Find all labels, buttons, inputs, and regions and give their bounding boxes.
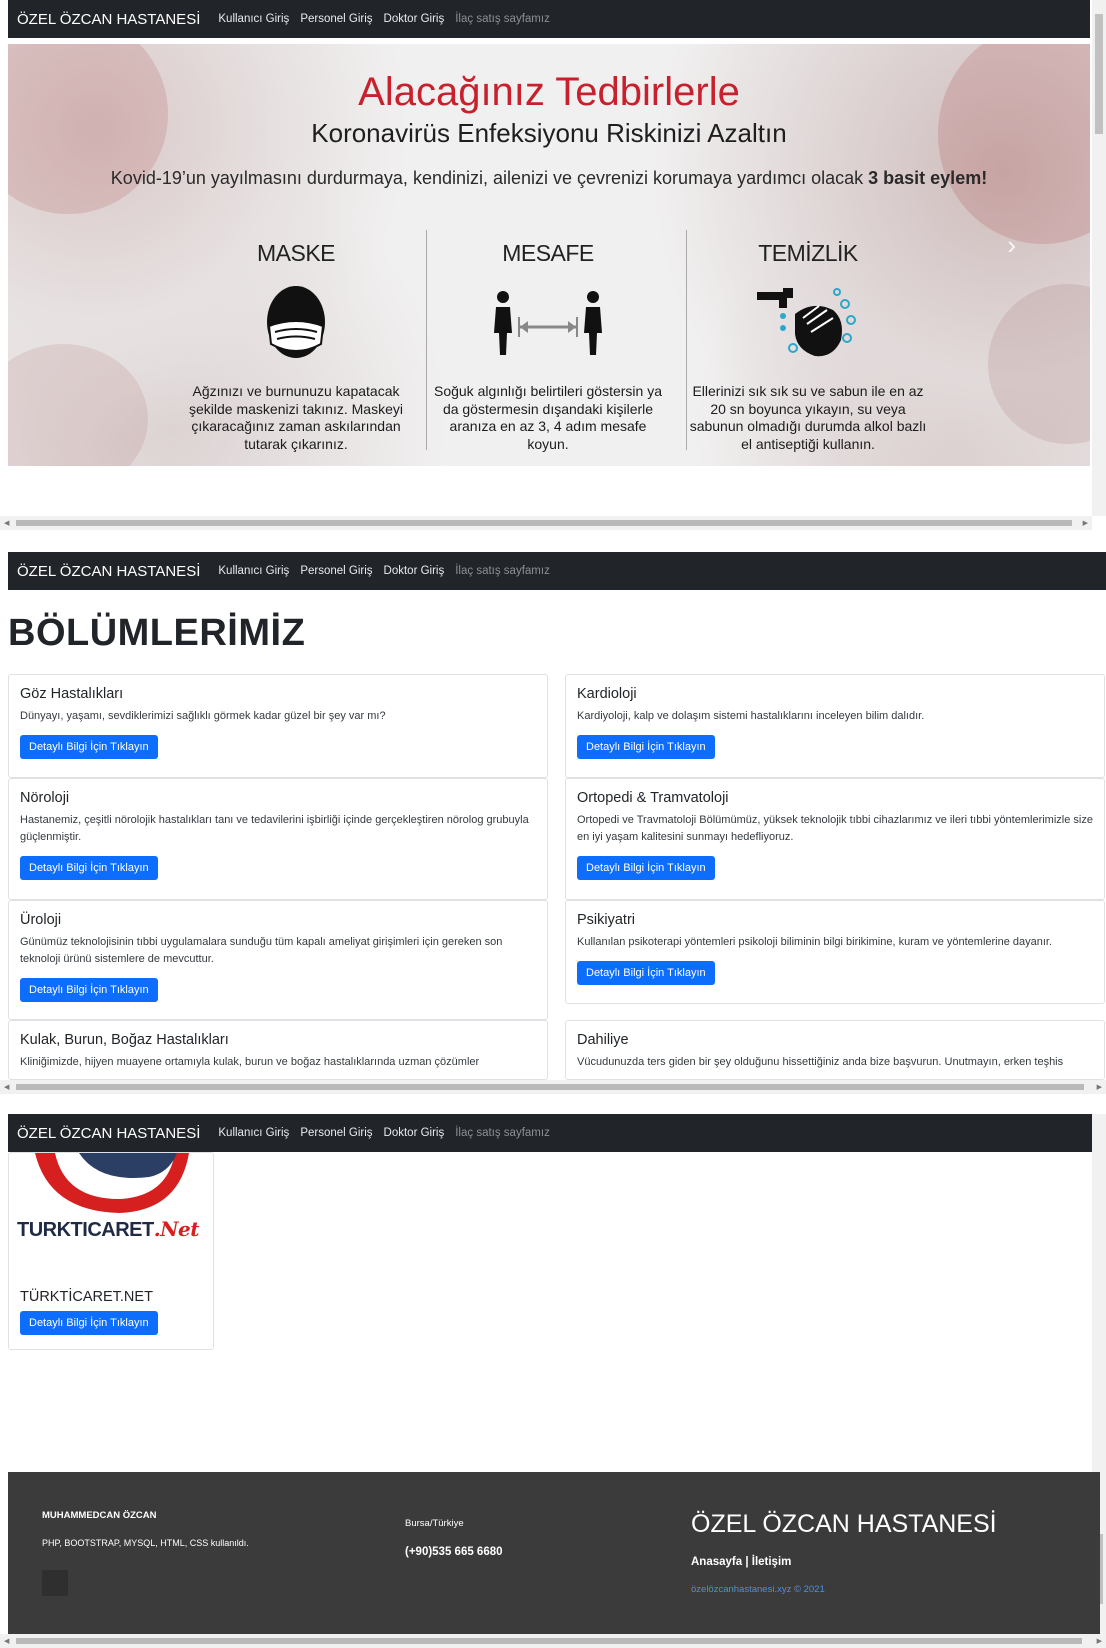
department-text: Hastanemiz, çeşitli nörolojik hastalıkla… [20, 814, 529, 843]
measure-distance-text: Soğuk algınlığı belirtileri göstersin ya… [433, 383, 662, 452]
footer-links[interactable]: Anasayfa | İletişim [691, 1556, 791, 1568]
navbar-brand[interactable]: ÖZEL ÖZCAN HASTANESİ [17, 11, 200, 28]
navbar-brand[interactable]: ÖZEL ÖZCAN HASTANESİ [17, 1125, 200, 1142]
navbar: ÖZEL ÖZCAN HASTANESİ Kullanıcı Giriş Per… [8, 0, 1090, 38]
nav-link-user-login[interactable]: Kullanıcı Giriş [218, 1127, 289, 1139]
footer-city: Bursa/Türkiye [405, 1518, 464, 1529]
department-text: Ortopedi ve Travmatoloji Bölümümüz, yüks… [577, 814, 1093, 843]
detail-button[interactable]: Detaylı Bilgi İçin Tıklayın [20, 735, 158, 759]
footer: MUHAMMEDCAN ÖZCAN PHP, BOOTSTRAP, MYSQL,… [8, 1472, 1100, 1638]
nav-link-doctor-login[interactable]: Doktor Giriş [384, 565, 445, 577]
horizontal-scrollbar[interactable]: ◀ ▶ [0, 1634, 1106, 1648]
department-card: Nöroloji Hastanemiz, çeşitli nörolojik h… [8, 778, 548, 900]
covid-banner: Alacağınız Tedbirlerle Koronavirüs Enfek… [8, 44, 1090, 466]
department-title: Üroloji [20, 912, 62, 928]
nav-link-staff-login[interactable]: Personel Giriş [300, 565, 372, 577]
department-text: Dünyayı, yaşamı, sevdiklerimizi sağlıklı… [20, 710, 386, 722]
nav-link-pharmacy[interactable]: İlaç satış sayfamız [455, 13, 550, 25]
department-card: Ortopedi & Tramvatoloji Ortopedi ve Trav… [565, 778, 1105, 900]
nav-link-pharmacy[interactable]: İlaç satış sayfamız [455, 565, 550, 577]
measure-distance: MESAFE Soğuk algınlığı belirtileri göste… [428, 240, 668, 453]
banner-subtitle: Koronavirüs Enfeksiyonu Riskinizi Azaltı… [311, 118, 787, 148]
horizontal-scrollbar[interactable]: ◀ ▶ [0, 516, 1092, 530]
department-text: Vücudunuzda ters giden bir şey olduğunu … [577, 1056, 1064, 1068]
department-card: Kulak, Burun, Boğaz Hastalıkları Kliniği… [8, 1020, 548, 1080]
detail-button[interactable]: Detaylı Bilgi İçin Tıklayın [20, 978, 158, 1002]
nav-link-staff-login[interactable]: Personel Giriş [300, 1127, 372, 1139]
department-title: Kulak, Burun, Boğaz Hastalıkları [20, 1032, 229, 1048]
department-title: Nöroloji [20, 790, 70, 806]
partner-detail-button[interactable]: Detaylı Bilgi İçin Tıklayın [20, 1311, 158, 1335]
department-title: Psikiyatri [577, 912, 636, 928]
nav-link-user-login[interactable]: Kullanıcı Giriş [218, 13, 289, 25]
nav-link-pharmacy[interactable]: İlaç satış sayfamız [455, 1127, 550, 1139]
navbar: ÖZEL ÖZCAN HASTANESİ Kullanıcı Giriş Per… [8, 552, 1106, 590]
navbar-brand[interactable]: ÖZEL ÖZCAN HASTANESİ [17, 563, 200, 580]
vertical-scrollbar[interactable] [1092, 0, 1106, 516]
hand-washing-icon [688, 279, 928, 369]
footer-author: MUHAMMEDCAN ÖZCAN [42, 1510, 157, 1521]
detail-button[interactable]: Detaylı Bilgi İçin Tıklayın [20, 856, 158, 880]
department-title: Dahiliye [577, 1032, 629, 1048]
divider [426, 230, 427, 450]
detail-button[interactable]: Detaylı Bilgi İçin Tıklayın [577, 856, 715, 880]
detail-button[interactable]: Detaylı Bilgi İçin Tıklayın [577, 961, 715, 985]
department-text: Kliniğimizde, hijyen muayene ortamıyla k… [20, 1056, 480, 1068]
carousel-next-icon[interactable]: › [1007, 230, 1016, 261]
nav-link-doctor-login[interactable]: Doktor Giriş [384, 1127, 445, 1139]
footer-phone: (+90)535 665 6680 [405, 1546, 503, 1558]
footer-tech: PHP, BOOTSTRAP, MYSQL, HTML, CSS kullanı… [42, 1538, 249, 1548]
detail-button[interactable]: Detaylı Bilgi İçin Tıklayın [577, 735, 715, 759]
partner-logo-suffix: .Net [153, 1217, 200, 1241]
nav-link-staff-login[interactable]: Personel Giriş [300, 13, 372, 25]
face-mask-icon [176, 279, 416, 369]
department-title: Ortopedi & Tramvatoloji [577, 790, 729, 806]
measure-mask-text: Ağzınızı ve burnunuzu kapatacak şekilde … [189, 383, 403, 452]
footer-copyright[interactable]: özelözcanhastanesi.xyz © 2021 [691, 1584, 825, 1595]
measure-mask-title: MASKE [256, 240, 336, 266]
measure-hygiene: TEMİZLİK Ellerinizi sık sık su ve sabun … [688, 240, 928, 453]
partner-logo-text: TURKTICARET [17, 1219, 154, 1241]
department-card: Göz Hastalıkları Dünyayı, yaşamı, sevdik… [8, 674, 548, 778]
horizontal-scrollbar[interactable]: ◀ ▶ [0, 1080, 1106, 1094]
department-title: Göz Hastalıkları [20, 686, 124, 702]
banner-lead-text: Kovid-19’un yayılmasını durdurmaya, kend… [110, 168, 864, 188]
measure-distance-title: MESAFE [502, 240, 594, 266]
department-card: Kardioloji Kardiyoloji, kalp ve dolaşım … [565, 674, 1105, 778]
nav-link-user-login[interactable]: Kullanıcı Giriş [218, 565, 289, 577]
partner-name: TÜRKTİCARET.NET [20, 1289, 153, 1305]
footer-social-icon[interactable] [42, 1570, 68, 1596]
partner-logo: TURKTICARET.Net [9, 1153, 213, 1273]
navbar: ÖZEL ÖZCAN HASTANESİ Kullanıcı Giriş Per… [8, 1114, 1100, 1152]
department-card: Dahiliye Vücudunuzda ters giden bir şey … [565, 1020, 1105, 1080]
measure-mask: MASKE Ağzınızı ve burnunuzu kapatacak şe… [176, 240, 416, 453]
banner-title: Alacağınız Tedbirlerle [358, 70, 740, 114]
department-card: Üroloji Günümüz teknolojisinin tıbbi uyg… [8, 900, 548, 1020]
measure-hygiene-title: TEMİZLİK [758, 240, 858, 266]
distance-icon [428, 279, 668, 369]
departments-heading: BÖLÜMLERİMİZ [8, 612, 306, 654]
department-card: Psikiyatri Kullanılan psikoterapi yöntem… [565, 900, 1105, 1004]
department-text: Kullanılan psikoterapi yöntemleri psikol… [577, 936, 1053, 948]
measure-hygiene-text: Ellerinizi sık sık su ve sabun ile en az… [689, 383, 927, 452]
department-title: Kardioloji [577, 686, 637, 702]
footer-brand: ÖZEL ÖZCAN HASTANESİ [691, 1510, 997, 1538]
banner-lead: Kovid-19’un yayılmasını durdurmaya, kend… [8, 168, 1090, 189]
banner-lead-bold: 3 basit eylem! [868, 168, 988, 188]
department-text: Günümüz teknolojisinin tıbbi uygulamalar… [20, 936, 503, 965]
partner-card: TURKTICARET.Net TÜRKTİCARET.NET Detaylı … [8, 1152, 214, 1350]
screenshot-hero: ÖZEL ÖZCAN HASTANESİ Kullanıcı Giriş Per… [0, 0, 1106, 530]
divider [686, 230, 687, 450]
nav-link-doctor-login[interactable]: Doktor Giriş [384, 13, 445, 25]
department-text: Kardiyoloji, kalp ve dolaşım sistemi has… [577, 710, 925, 722]
